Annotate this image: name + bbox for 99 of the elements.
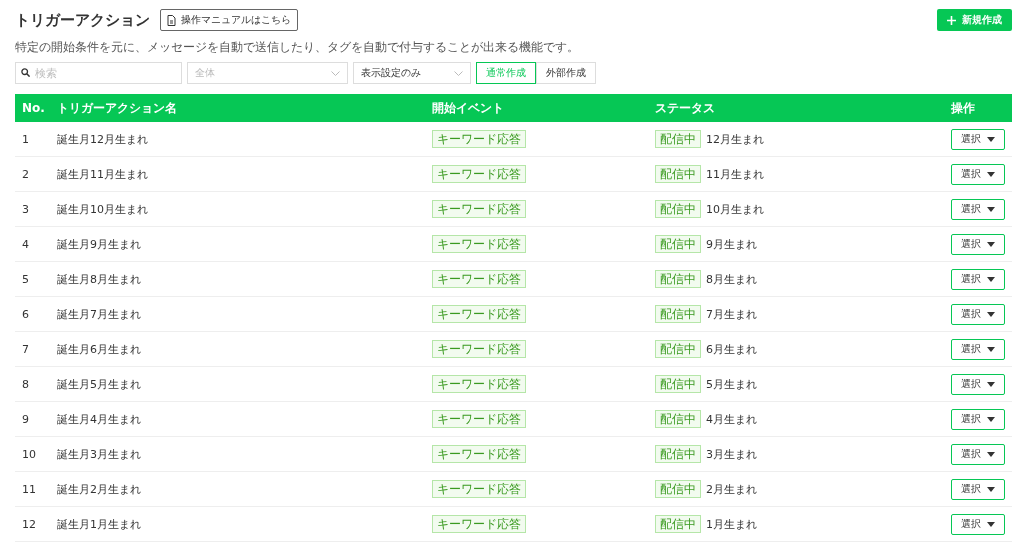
- status-note: 5月生まれ: [706, 376, 757, 392]
- manual-button[interactable]: 操作マニュアルはこちら: [160, 9, 298, 31]
- select-button[interactable]: 選択: [951, 408, 1005, 430]
- caret-down-icon: [987, 171, 995, 177]
- event-tag: キーワード応答: [432, 200, 526, 218]
- table-cell-text: 誕生月9月生まれ: [57, 236, 142, 252]
- caret-down-icon: [987, 486, 995, 492]
- table-cell-text: 1: [22, 132, 30, 146]
- status-tag: 配信中: [655, 235, 701, 253]
- status-tag: 配信中: [655, 515, 701, 533]
- table-cell-text: 3: [22, 202, 30, 216]
- event-tag: キーワード応答: [432, 480, 526, 498]
- caret-down-icon: [987, 416, 995, 422]
- select-button[interactable]: 選択: [951, 268, 1005, 290]
- event-tag: キーワード応答: [432, 270, 526, 288]
- table-cell-text: 誕生月12月生まれ: [57, 131, 149, 147]
- event-tag: キーワード応答: [432, 410, 526, 428]
- plus-icon: [947, 15, 956, 25]
- caret-down-icon: [987, 381, 995, 387]
- status-note: 10月生まれ: [706, 201, 764, 217]
- event-tag: キーワード応答: [432, 445, 526, 463]
- event-tag: キーワード応答: [432, 235, 526, 253]
- select-button[interactable]: 選択: [951, 128, 1005, 150]
- table-cell-text: 8: [22, 377, 30, 391]
- caret-down-icon: [987, 276, 995, 282]
- status-tag: 配信中: [655, 445, 701, 463]
- table-cell-text: 誕生月5月生まれ: [57, 376, 142, 392]
- caret-down-icon: [987, 311, 995, 317]
- table-cell-text: 誕生月10月生まれ: [57, 201, 149, 217]
- column-header: 開始イベント: [432, 99, 505, 117]
- select-button[interactable]: 選択: [951, 163, 1005, 185]
- chevron-down-icon: [331, 70, 340, 76]
- table-cell-text: 11: [22, 482, 37, 496]
- table-cell-text: 誕生月3月生まれ: [57, 446, 142, 462]
- status-note: 3月生まれ: [706, 446, 757, 462]
- table-cell-text: 誕生月2月生まれ: [57, 481, 142, 497]
- status-tag: 配信中: [655, 305, 701, 323]
- table-cell-text: 誕生月6月生まれ: [57, 341, 142, 357]
- status-note: 7月生まれ: [706, 306, 757, 322]
- status-tag: 配信中: [655, 410, 701, 428]
- status-note: 12月生まれ: [706, 131, 764, 147]
- table-cell-text: 5: [22, 272, 30, 286]
- event-tag: キーワード応答: [432, 305, 526, 323]
- table-cell-text: 4: [22, 237, 30, 251]
- event-tag: キーワード応答: [432, 375, 526, 393]
- caret-down-icon: [987, 521, 995, 527]
- column-header: ステータス: [655, 99, 716, 117]
- caret-down-icon: [987, 451, 995, 457]
- column-header: No.: [22, 101, 46, 115]
- status-tag: 配信中: [655, 165, 701, 183]
- select-button[interactable]: 選択: [951, 478, 1005, 500]
- status-tag: 配信中: [655, 200, 701, 218]
- status-note: 6月生まれ: [706, 341, 757, 357]
- dropdown[interactable]: 表示設定のみ: [353, 62, 471, 84]
- event-tag: キーワード応答: [432, 515, 526, 533]
- status-note: 4月生まれ: [706, 411, 757, 427]
- tab[interactable]: 外部作成: [536, 62, 596, 84]
- status-note: 8月生まれ: [706, 271, 757, 287]
- table-cell-text: 誕生月11月生まれ: [57, 166, 149, 182]
- caret-down-icon: [987, 241, 995, 247]
- table-cell-text: 誕生月4月生まれ: [57, 411, 142, 427]
- event-tag: キーワード応答: [432, 340, 526, 358]
- select-button[interactable]: 選択: [951, 443, 1005, 465]
- status-tag: 配信中: [655, 340, 701, 358]
- table-cell-text: 9: [22, 412, 30, 426]
- chevron-down-icon: [454, 70, 463, 76]
- search-field[interactable]: 検索: [15, 62, 182, 84]
- column-header: トリガーアクション名: [57, 99, 178, 117]
- table-cell-text: 10: [22, 447, 37, 461]
- select-button[interactable]: 選択: [951, 303, 1005, 325]
- caret-down-icon: [987, 206, 995, 212]
- table-cell-text: 誕生月1月生まれ: [57, 516, 142, 532]
- status-note: 1月生まれ: [706, 516, 757, 532]
- table-cell-text: 7: [22, 342, 30, 356]
- select-button[interactable]: 選択: [951, 198, 1005, 220]
- status-note: 2月生まれ: [706, 481, 757, 497]
- select-button[interactable]: 選択: [951, 338, 1005, 360]
- status-note: 11月生まれ: [706, 166, 764, 182]
- table-cell-text: 誕生月8月生まれ: [57, 271, 142, 287]
- status-tag: 配信中: [655, 270, 701, 288]
- event-tag: キーワード応答: [432, 130, 526, 148]
- select-button[interactable]: 選択: [951, 373, 1005, 395]
- page-title: トリガーアクション: [15, 10, 150, 30]
- caret-down-icon: [987, 136, 995, 142]
- table-cell-text: 6: [22, 307, 30, 321]
- description: 特定の開始条件を元に、メッセージを自動で送信したり、タグを自動で付与することが出来る機能です。: [15, 39, 580, 56]
- select-button[interactable]: 選択: [951, 233, 1005, 255]
- status-tag: 配信中: [655, 375, 701, 393]
- table-cell-text: 誕生月7月生まれ: [57, 306, 142, 322]
- table-cell-text: 2: [22, 167, 30, 181]
- caret-down-icon: [987, 346, 995, 352]
- document-icon: [167, 14, 176, 26]
- event-tag: キーワード応答: [432, 165, 526, 183]
- column-header: 操作: [951, 99, 976, 117]
- table-cell-text: 12: [22, 517, 37, 531]
- status-tag: 配信中: [655, 130, 701, 148]
- status-tag: 配信中: [655, 480, 701, 498]
- select-button[interactable]: 選択: [951, 513, 1005, 535]
- status-note: 9月生まれ: [706, 236, 757, 252]
